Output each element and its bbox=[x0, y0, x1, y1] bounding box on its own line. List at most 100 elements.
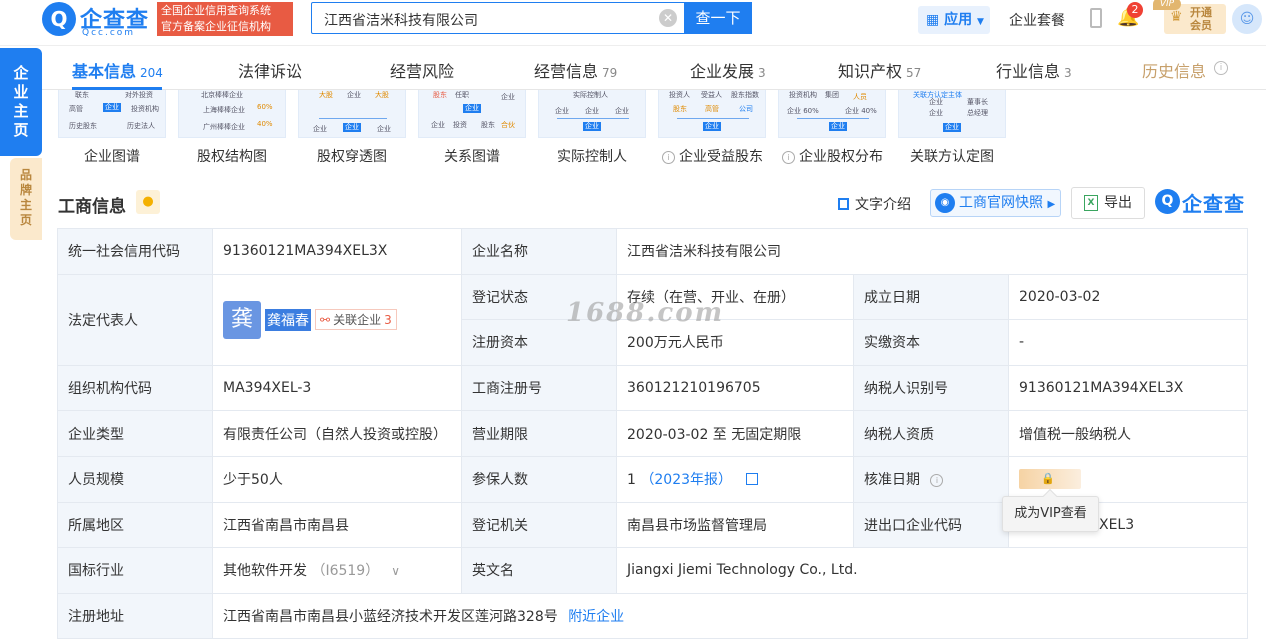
report-icon[interactable] bbox=[746, 473, 759, 486]
thumb-text: 人员 bbox=[853, 93, 867, 101]
founded-value: 2020-03-02 bbox=[1007, 273, 1249, 321]
graph-label-actual-controller[interactable]: 实际控制人 bbox=[557, 146, 627, 166]
graph-label-relationship[interactable]: 关系图谱 bbox=[444, 146, 500, 166]
apps-menu-button[interactable]: ▦ 应用 ▼ bbox=[918, 6, 990, 34]
tab-business-risk[interactable]: 经营风险 bbox=[390, 58, 454, 82]
qcc-logo[interactable]: Q 企查查 Qcc.com bbox=[42, 2, 154, 38]
info-icon[interactable]: i bbox=[782, 151, 795, 164]
clear-icon[interactable]: ✕ bbox=[659, 9, 677, 27]
tab-label: 历史信息 bbox=[1142, 62, 1207, 81]
tab-industry-info[interactable]: 行业信息 3 bbox=[996, 58, 1072, 82]
user-avatar[interactable]: ☺ bbox=[1232, 4, 1262, 34]
graph-thumb-beneficial-owner[interactable]: 投资人 受益人 股东指数 股东 高管 公司 企业 bbox=[658, 90, 766, 138]
graph-label-beneficial-owner[interactable]: i 企业受益股东 bbox=[662, 146, 763, 166]
biz-term-label: 营业期限 bbox=[461, 410, 617, 457]
thumb-text: 大股 bbox=[319, 91, 333, 99]
approval-date-label: 核准日期 bbox=[864, 472, 920, 489]
annual-report-link[interactable]: （2023年报） bbox=[640, 472, 732, 488]
graph-thumb-equity-distribution[interactable]: 投资机构 集团 人员 企业 60% 企业 40% 企业 bbox=[778, 90, 886, 138]
enterprise-suite-link[interactable]: 企业套餐 bbox=[1009, 10, 1065, 30]
section-title: 工商信息 bbox=[58, 197, 126, 217]
thumb-text: 投资人 bbox=[669, 91, 690, 99]
tab-count: 3 bbox=[1064, 66, 1072, 80]
company-name-label: 企业名称 bbox=[461, 228, 617, 275]
taxpayer-qual-label: 纳税人资质 bbox=[853, 410, 1009, 457]
legal-rep-avatar[interactable]: 龚 bbox=[223, 300, 261, 339]
biz-term-value: 2020-03-02 至 无固定期限 bbox=[616, 410, 854, 457]
tab-label: 行业信息 bbox=[996, 62, 1061, 81]
tab-litigation[interactable]: 法律诉讼 bbox=[238, 58, 302, 82]
vip-tooltip: 成为VIP查看 bbox=[1002, 488, 1099, 532]
thumb-text: 实际控制人 bbox=[573, 91, 608, 99]
side-tab-brand-home[interactable]: 品牌主页 bbox=[10, 158, 42, 240]
approval-date-label-cell: 核准日期 i bbox=[853, 455, 1009, 503]
apps-label: 应用 bbox=[944, 12, 973, 28]
export-button[interactable]: X 导出 bbox=[1071, 187, 1145, 219]
grid-icon: ▦ bbox=[926, 12, 940, 28]
address-label: 注册地址 bbox=[57, 592, 213, 639]
caret-down-icon: ▼ bbox=[976, 17, 984, 27]
badge-line-2: 官方备案企业征信机构 bbox=[161, 20, 271, 33]
thumb-text: 企业 bbox=[377, 125, 391, 133]
graph-label-equity-penetration[interactable]: 股权穿透图 bbox=[317, 146, 387, 166]
lock-icon: 🔒 bbox=[1041, 472, 1055, 486]
export-label: 导出 bbox=[1104, 195, 1132, 211]
thumb-text: 投资机构 bbox=[131, 105, 159, 113]
graph-thumb-actual-controller[interactable]: 实际控制人 企业 企业 企业 企业 bbox=[538, 90, 646, 138]
graph-label-equity-distribution[interactable]: i 企业股权分布 bbox=[782, 146, 883, 166]
tab-label: 法律诉讼 bbox=[238, 62, 303, 81]
history-info-icon[interactable]: i bbox=[1214, 61, 1228, 75]
graph-thumb-relationship[interactable]: 股东 任职 企业 企业 企业 投资 股东 合伙 bbox=[418, 90, 526, 138]
mobile-app-icon[interactable] bbox=[1090, 8, 1102, 28]
nearby-companies-link[interactable]: 附近企业 bbox=[568, 609, 624, 625]
vip-tag: VIP bbox=[1153, 0, 1181, 10]
tab-development[interactable]: 企业发展 3 bbox=[690, 58, 766, 82]
search-input[interactable]: 江西省洁米科技有限公司 bbox=[324, 10, 478, 30]
thumb-text: 股东指数 bbox=[731, 91, 759, 99]
graph-label-related-party[interactable]: 关联方认定图 bbox=[910, 146, 994, 166]
notification-count: 2 bbox=[1127, 2, 1143, 18]
graph-thumb-equity-penetration[interactable]: 大股 企业 大股 企业 企业 企业 bbox=[298, 90, 406, 138]
thumb-text: 广州棒棒企业 bbox=[203, 123, 245, 131]
legal-rep-name[interactable]: 龚福春 bbox=[265, 308, 311, 331]
graph-label-equity-structure[interactable]: 股权结构图 bbox=[197, 146, 267, 166]
side-tab-label: 企业主页 bbox=[13, 64, 29, 139]
info-icon[interactable]: i bbox=[662, 151, 675, 164]
industry-cell[interactable]: 其他软件开发 （I6519） ∨ bbox=[212, 547, 462, 594]
graph-thumb-company-map[interactable]: 联东 对外投资 高管 企业 投资机构 历史股东 历史法人 bbox=[58, 90, 166, 138]
related-companies-tag[interactable]: ⚯ 关联企业 3 bbox=[315, 309, 397, 331]
link-icon: ⚯ bbox=[320, 313, 331, 328]
thumb-text: 高管 bbox=[69, 105, 83, 113]
authority-label: 登记机关 bbox=[461, 501, 617, 549]
tab-history-info[interactable]: 历史信息 bbox=[1142, 58, 1206, 82]
side-tab-company-home[interactable]: 企业主页 bbox=[0, 48, 42, 156]
table-row: 组织机构代码 MA394XEL-3 工商注册号 360121210196705 … bbox=[57, 364, 1249, 412]
tab-count: 79 bbox=[602, 66, 618, 80]
badge-line-1: 全国企业信用查询系统 bbox=[161, 4, 271, 17]
vip-lock[interactable]: 🔒 bbox=[1019, 469, 1081, 490]
biz-reg-no-label: 工商注册号 bbox=[461, 364, 617, 412]
info-icon[interactable]: i bbox=[930, 474, 944, 488]
thumb-text: 企业 bbox=[929, 109, 943, 117]
tab-intellectual-property[interactable]: 知识产权 57 bbox=[838, 58, 921, 82]
thumb-text: 投资机构 bbox=[789, 91, 817, 99]
search-button[interactable]: 查一下 bbox=[684, 2, 752, 34]
excel-icon: X bbox=[1084, 195, 1098, 211]
logo-mark-icon: Q bbox=[42, 2, 76, 36]
tab-operation-info[interactable]: 经营信息 79 bbox=[534, 58, 617, 82]
taxpayer-qual-value: 增值税一般纳税人 bbox=[1007, 410, 1249, 457]
tab-label: 知识产权 bbox=[838, 62, 903, 81]
tab-basic-info[interactable]: 基本信息 204 bbox=[72, 58, 163, 82]
region-label: 所属地区 bbox=[57, 501, 213, 549]
thumb-text: 董事长 bbox=[967, 98, 988, 106]
official-snapshot-button[interactable]: ◉ 工商官网快照 ▶ bbox=[930, 189, 1061, 217]
chevron-down-icon[interactable]: ∨ bbox=[391, 564, 400, 578]
monitor-bell-icon[interactable]: ● bbox=[136, 190, 160, 214]
graph-thumb-related-party[interactable]: 关联方认定主体 企业 董事长 企业 总经理 企业 bbox=[898, 90, 1006, 138]
graph-label-company-map[interactable]: 企业图谱 bbox=[84, 146, 140, 166]
main-tabs: 基本信息 204 法律诉讼 经营风险 经营信息 79 企业发展 3 知识产权 57 行业… bbox=[42, 48, 1266, 90]
graph-thumb-equity-structure[interactable]: 北京棒棒企业 上海棒棒企业 60% 广州棒棒企业 40% bbox=[178, 90, 286, 138]
vip-line-2: 会员 bbox=[1190, 19, 1212, 32]
document-icon bbox=[838, 198, 849, 210]
text-intro-button[interactable]: 文字介绍 bbox=[838, 194, 911, 214]
